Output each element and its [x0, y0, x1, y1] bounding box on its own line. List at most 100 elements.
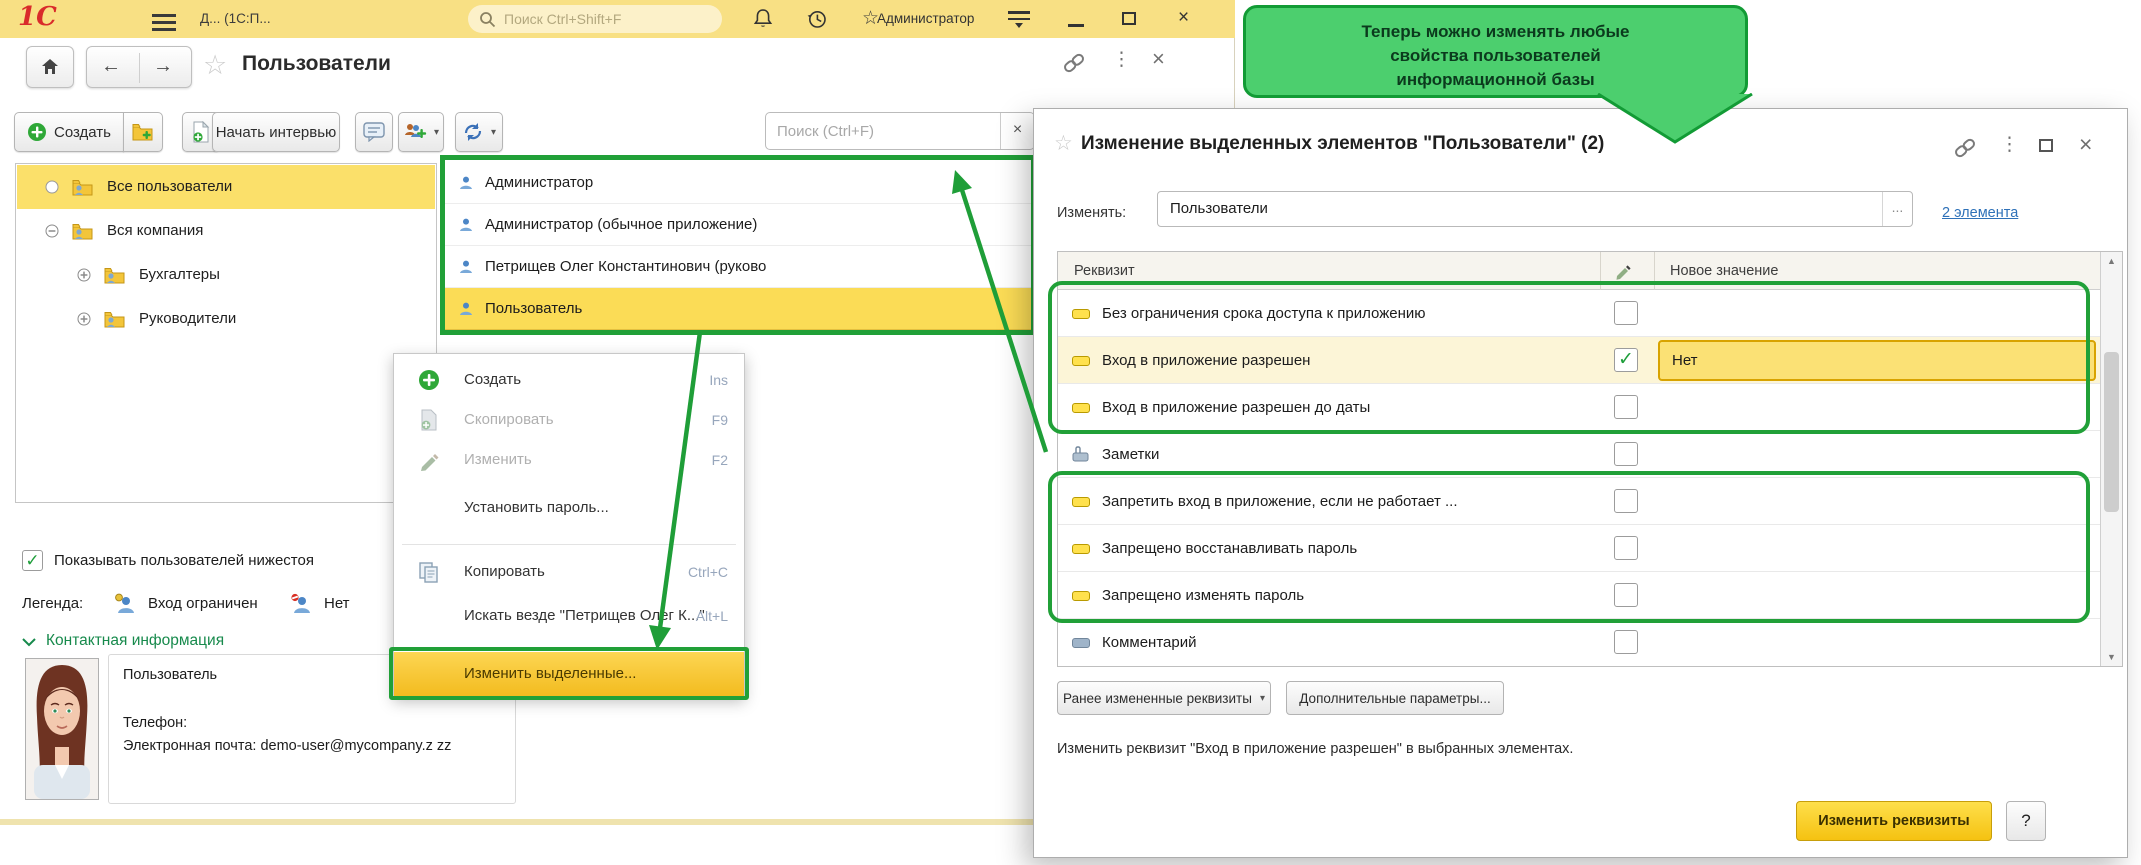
- screen: 1С Д... (1С:П... ☆ Администратор ×: [0, 0, 2141, 865]
- tree-item-accountants[interactable]: Бухгалтеры: [17, 253, 435, 297]
- service-menu-icon[interactable]: [1008, 11, 1030, 28]
- hamburger-menu-icon[interactable]: [152, 10, 176, 35]
- scrollbar-thumb[interactable]: [2104, 352, 2119, 512]
- app-tab-label[interactable]: Д... (1С:П...: [200, 0, 271, 38]
- column-attribute[interactable]: Реквизит: [1074, 252, 1135, 290]
- attr-checkbox[interactable]: [1614, 536, 1638, 560]
- attr-row-deny-login-if-inactive[interactable]: Запретить вход в приложение, если не раб…: [1058, 478, 2100, 525]
- user-row-administrator-ordinary[interactable]: Администратор (обычное приложение): [443, 204, 1033, 246]
- attr-checkbox[interactable]: [1614, 442, 1638, 466]
- change-attributes-button[interactable]: Изменить реквизиты: [1796, 801, 1992, 841]
- attr-row-no-expiration[interactable]: Без ограничения срока доступа к приложен…: [1058, 290, 2100, 337]
- legend-label: Легенда:: [22, 590, 83, 618]
- attr-row-comment[interactable]: Комментарий: [1058, 619, 2100, 666]
- maximize-button[interactable]: [1122, 12, 1136, 25]
- attr-row-notes[interactable]: Заметки: [1058, 431, 2100, 478]
- global-search-box[interactable]: [468, 5, 722, 33]
- previously-changed-button[interactable]: Ранее измененные реквизиты ▾: [1057, 681, 1271, 715]
- expand-plus-icon[interactable]: [77, 268, 91, 282]
- tree-item-all-users[interactable]: Все пользователи: [17, 165, 435, 209]
- scroll-down-icon[interactable]: ▼: [2101, 652, 2122, 662]
- form-close-icon[interactable]: ×: [1152, 46, 1165, 72]
- close-button[interactable]: ×: [1178, 8, 1189, 28]
- search-clear-icon[interactable]: ×: [1000, 113, 1034, 149]
- get-link-icon[interactable]: [1062, 52, 1086, 74]
- choose-ellipsis-button[interactable]: ...: [1882, 192, 1912, 226]
- contact-section-title: Контактная информация: [46, 632, 224, 650]
- attr-row-deny-password-recovery[interactable]: Запрещено восстанавливать пароль: [1058, 525, 2100, 572]
- add-users-button[interactable]: ▾: [398, 112, 444, 152]
- radio-circle-icon: [45, 180, 59, 194]
- menu-item-shortcut: F9: [712, 400, 728, 440]
- user-row-administrator[interactable]: Администратор: [443, 162, 1033, 204]
- table-scrollbar[interactable]: ▲ ▼: [2100, 252, 2122, 666]
- tree-item-managers[interactable]: Руководители: [17, 297, 435, 341]
- start-interview-button[interactable]: Начать интервью: [212, 112, 340, 152]
- expand-plus-icon[interactable]: [77, 312, 91, 326]
- show-nested-checkbox[interactable]: ✓: [22, 550, 43, 571]
- help-button[interactable]: ?: [2006, 801, 2046, 841]
- menu-item-set-password[interactable]: Установить пароль...: [394, 488, 744, 528]
- menu-item-create[interactable]: Создать Ins: [394, 360, 744, 400]
- menu-item-search-everywhere[interactable]: Искать везде "Петрищев Олег К..." Alt+L: [394, 596, 744, 636]
- attr-row-login-allowed[interactable]: Вход в приложение разрешен ✓ Нет: [1058, 337, 2100, 384]
- back-button[interactable]: ←: [101, 55, 121, 78]
- get-link-icon[interactable]: [1953, 137, 1977, 159]
- forward-button[interactable]: →: [153, 55, 173, 78]
- menu-item-copy[interactable]: Копировать Ctrl+C: [394, 552, 744, 592]
- attribute-icon: [1072, 638, 1090, 648]
- attr-row-login-until-date[interactable]: Вход в приложение разрешен до даты: [1058, 384, 2100, 431]
- elements-count-link[interactable]: 2 элемента: [1942, 195, 2018, 231]
- column-new-value[interactable]: Новое значение: [1670, 252, 1778, 290]
- user-row-label: Пользователь: [485, 288, 582, 330]
- menu-item-edit-selected[interactable]: Изменить выделенные...: [394, 652, 744, 696]
- attr-checkbox[interactable]: [1614, 489, 1638, 513]
- create-button[interactable]: Создать: [14, 112, 124, 152]
- minimize-button[interactable]: [1068, 24, 1084, 27]
- new-value-cell[interactable]: Нет: [1658, 340, 2096, 381]
- tree-item-whole-company[interactable]: Вся компания: [17, 209, 435, 253]
- form-favorite-star-icon[interactable]: ☆: [203, 50, 227, 81]
- notifications-bell-icon[interactable]: [752, 8, 774, 30]
- menu-item-copy-new[interactable]: Скопировать F9: [394, 400, 744, 440]
- discussion-button[interactable]: [355, 112, 393, 152]
- collapse-minus-icon[interactable]: [45, 224, 59, 238]
- attr-checkbox[interactable]: [1614, 301, 1638, 325]
- history-icon[interactable]: [806, 8, 828, 30]
- dialog-more-menu-icon[interactable]: ⋮: [2000, 133, 2019, 156]
- edit-pencil-column-icon[interactable]: [1614, 262, 1632, 280]
- attr-checkbox[interactable]: [1614, 630, 1638, 654]
- attr-row-deny-password-change[interactable]: Запрещено изменять пароль: [1058, 572, 2100, 619]
- attribute-label: Запретить вход в приложение, если не раб…: [1102, 478, 1458, 525]
- menu-separator: [402, 544, 736, 545]
- show-nested-label: Показывать пользователей нижестоя: [54, 548, 314, 574]
- checkmark-icon: ✓: [25, 551, 39, 570]
- current-user-label[interactable]: Администратор: [877, 0, 974, 38]
- list-search-box[interactable]: ×: [765, 112, 1035, 150]
- attr-checkbox-checked[interactable]: ✓: [1614, 348, 1638, 372]
- menu-item-edit[interactable]: Изменить F2: [394, 440, 744, 480]
- app-titlebar: 1С Д... (1С:П... ☆ Администратор ×: [0, 0, 1235, 38]
- create-group-button[interactable]: [123, 112, 163, 152]
- menu-item-label: Изменить выделенные...: [464, 652, 636, 692]
- scroll-up-icon[interactable]: ▲: [2101, 256, 2122, 266]
- attr-checkbox[interactable]: [1614, 583, 1638, 607]
- dialog-maximize-icon[interactable]: [2039, 139, 2053, 152]
- dialog-close-icon[interactable]: ×: [2079, 131, 2092, 158]
- user-icon: [458, 175, 474, 191]
- user-row-petrishchev[interactable]: Петрищев Олег Константинович (руково: [443, 246, 1033, 288]
- global-search-input[interactable]: [504, 5, 714, 33]
- dialog-favorite-star-icon[interactable]: ☆: [1054, 131, 1073, 156]
- more-menu-icon[interactable]: ⋮: [1112, 48, 1131, 71]
- user-row-user[interactable]: Пользователь: [443, 288, 1033, 330]
- change-target-field[interactable]: Пользователи ...: [1157, 191, 1913, 227]
- comment-bubble-icon: [363, 122, 385, 142]
- attr-checkbox[interactable]: [1614, 395, 1638, 419]
- list-search-input[interactable]: [777, 113, 992, 149]
- exchange-button[interactable]: ▾: [455, 112, 503, 152]
- home-button[interactable]: [26, 46, 74, 88]
- attributes-table: Реквизит Новое значение Без ограничения …: [1057, 251, 2123, 667]
- nav-buttons: ← →: [86, 46, 192, 88]
- group-folder-icon: [104, 311, 125, 328]
- additional-params-button[interactable]: Дополнительные параметры...: [1286, 681, 1504, 715]
